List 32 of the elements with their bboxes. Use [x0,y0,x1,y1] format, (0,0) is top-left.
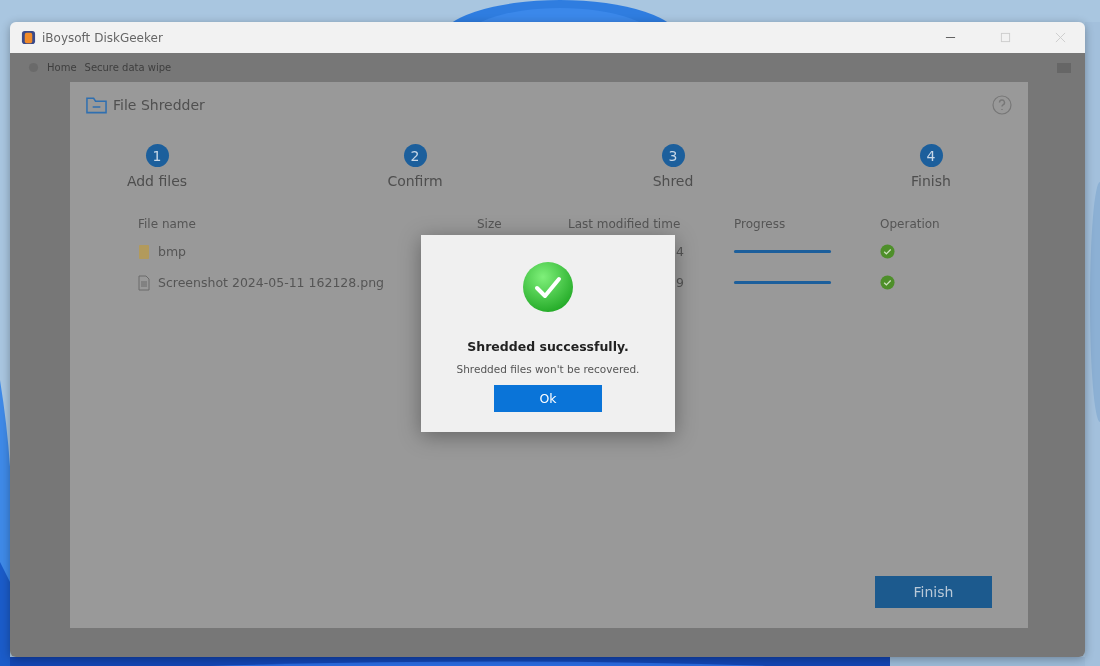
step-label: Confirm [387,173,443,189]
window-title: iBoysoft DiskGeeker [42,30,163,45]
step-label: Add files [126,173,188,189]
column-header: File name [137,215,197,233]
table-cell: 9 [676,275,684,290]
folder-icon [138,243,150,260]
success-check-icon [522,261,574,313]
file-name: bmp [158,244,187,259]
app-logo-icon [21,30,36,45]
step-number: 2 [403,144,427,167]
column-header: Progress [733,215,787,233]
dialog-title: Shredded successfully. [467,339,629,354]
help-icon[interactable] [992,95,1012,115]
step-label: Finish [911,173,951,189]
close-icon[interactable] [1055,32,1066,43]
column-header: Operation [879,215,941,233]
step-number: 4 [919,144,943,167]
breadcrumb-link[interactable]: Home [47,62,77,73]
dialog-message: Shredded files won't be recovered. [456,363,640,375]
table-cell: 4 [676,244,684,259]
finish-button[interactable]: Finish [875,576,992,608]
step-number: 1 [145,144,169,167]
file-name: Screenshot 2024-05-11 162128.png [158,275,385,290]
document-icon [138,274,150,291]
column-header: Size [476,215,503,233]
step-label: Shred [652,173,694,189]
panel-title: File Shredder [113,97,205,113]
ok-button[interactable]: Ok [494,385,602,412]
folder-icon [86,96,107,114]
maximize-icon[interactable] [1000,32,1011,43]
step-number: 3 [661,144,685,167]
column-header: Last modified time [567,215,682,233]
